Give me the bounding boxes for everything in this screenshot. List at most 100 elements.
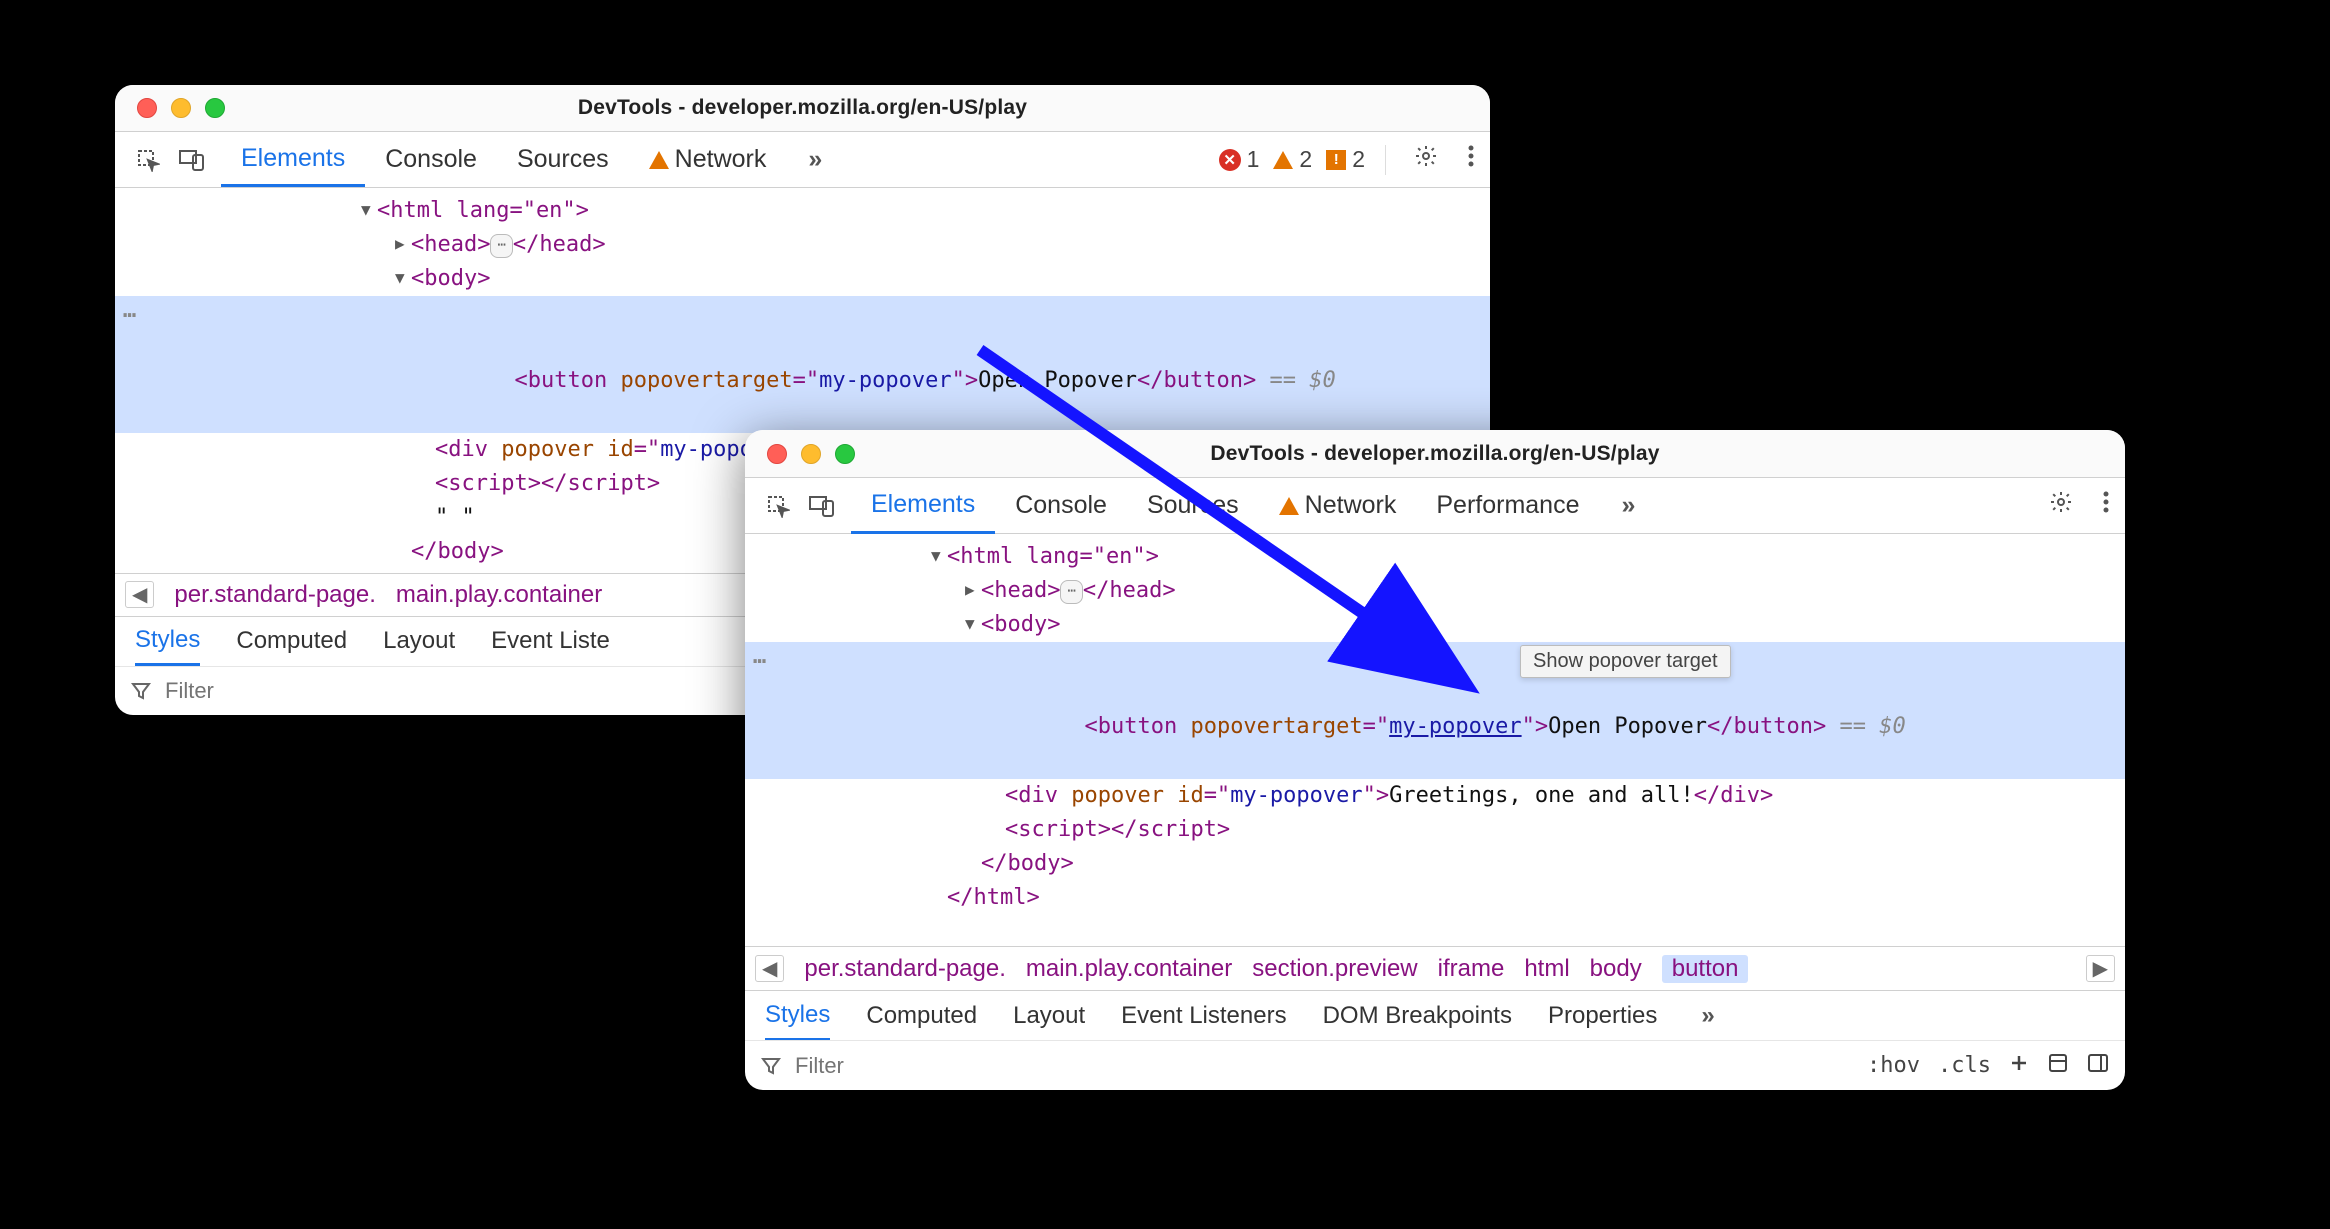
tab-elements[interactable]: Elements	[221, 133, 365, 187]
issue-count[interactable]: ! 2	[1326, 146, 1365, 173]
issue-icon: !	[1326, 150, 1346, 170]
tab-performance[interactable]: Performance	[1416, 478, 1599, 533]
breadcrumb-scroll-right-icon[interactable]: ▶	[2086, 955, 2115, 982]
breadcrumb-item[interactable]: body	[1590, 955, 1642, 983]
breadcrumb-scroll-left-icon[interactable]: ◀	[125, 581, 154, 608]
error-count-value: 1	[1247, 146, 1260, 173]
dom-node[interactable]: <script>	[1005, 817, 1111, 842]
settings-gear-icon[interactable]	[1406, 144, 1446, 175]
dom-node[interactable]: <html lang="en">	[377, 198, 589, 223]
dom-selected-line[interactable]: ⋯ <button popovertarget="my-popover">Ope…	[745, 642, 2125, 778]
ellipsis-icon[interactable]: ⋯	[490, 234, 512, 258]
titlebar: DevTools - developer.mozilla.org/en-US/p…	[115, 85, 1490, 132]
dom-node[interactable]: </body>	[981, 851, 1074, 876]
subtab-computed[interactable]: Computed	[866, 991, 977, 1040]
filter-input[interactable]	[793, 1052, 1855, 1080]
error-count[interactable]: ✕ 1	[1219, 146, 1260, 173]
tab-network-label: Network	[675, 145, 767, 174]
close-icon[interactable]	[767, 444, 787, 464]
subtab-computed[interactable]: Computed	[236, 617, 347, 665]
minimize-icon[interactable]	[801, 444, 821, 464]
ellipsis-icon[interactable]: ⋯	[1060, 580, 1082, 604]
panel-tabs: Elements Console Sources Network	[221, 132, 786, 186]
subtab-styles[interactable]: Styles	[765, 992, 830, 1041]
breadcrumb-item[interactable]: per.standard-page.	[804, 955, 1005, 983]
issue-count-value: 2	[1352, 146, 1365, 173]
tooltip: Show popover target	[1520, 645, 1731, 678]
traffic-lights	[767, 444, 855, 464]
tab-sources[interactable]: Sources	[497, 132, 629, 186]
new-style-rule-icon[interactable]	[2009, 1053, 2029, 1079]
attr-value: my-popover	[1230, 783, 1362, 808]
toggle-sidebar-icon[interactable]	[2087, 1052, 2109, 1080]
dom-node[interactable]: </html>	[947, 885, 1040, 910]
dom-node: </div>	[1694, 783, 1773, 808]
dom-node[interactable]: <html lang="en">	[947, 544, 1159, 569]
breadcrumb-scroll-left-icon[interactable]: ◀	[755, 955, 784, 982]
breadcrumb[interactable]: ◀ per.standard-page. main.play.container…	[745, 946, 2125, 990]
subtab-event-listeners[interactable]: Event Liste	[491, 617, 610, 665]
inspect-icon[interactable]	[133, 148, 163, 172]
subtab-styles[interactable]: Styles	[135, 618, 200, 666]
dom-tree[interactable]: ▼<html lang="en"> ▶<head>⋯</head> ▼<body…	[745, 534, 2125, 946]
device-toggle-icon[interactable]	[807, 495, 837, 517]
device-toggle-icon[interactable]	[177, 149, 207, 171]
close-icon[interactable]	[137, 98, 157, 118]
dom-node: </head>	[1083, 578, 1176, 603]
popovertarget-link[interactable]: my-popover	[1389, 714, 1521, 739]
minimize-icon[interactable]	[171, 98, 191, 118]
settings-gear-icon[interactable]	[2041, 490, 2081, 521]
tab-console[interactable]: Console	[365, 132, 497, 186]
dom-node[interactable]: </body>	[411, 539, 504, 564]
inspect-icon[interactable]	[763, 494, 793, 518]
overflow-ellipsis-icon[interactable]: ⋯	[123, 299, 138, 333]
dom-node: </button>	[1137, 368, 1256, 393]
dom-node[interactable]: <head>	[411, 232, 490, 257]
zoom-icon[interactable]	[835, 444, 855, 464]
dom-text: Greetings, one and all!	[1389, 783, 1694, 808]
dom-node: </head>	[513, 232, 606, 257]
breadcrumb-item[interactable]: iframe	[1438, 955, 1505, 983]
breadcrumb-item[interactable]: main.play.container	[396, 581, 602, 609]
eq-dollar0: == $0	[1256, 368, 1335, 393]
kebab-menu-icon[interactable]	[2095, 490, 2117, 521]
dom-selected-line[interactable]: ⋯ <button popovertarget="my-popover">Ope…	[115, 296, 1490, 432]
breadcrumb-item[interactable]: html	[1524, 955, 1569, 983]
zoom-icon[interactable]	[205, 98, 225, 118]
tooltip-text: Show popover target	[1533, 650, 1718, 672]
tab-sources[interactable]: Sources	[1127, 478, 1259, 533]
more-tabs-chevron-icon[interactable]: »	[800, 145, 830, 174]
subtab-properties[interactable]: Properties	[1548, 991, 1657, 1040]
eq-dollar0: == $0	[1826, 714, 1905, 739]
dom-text: " "	[435, 505, 475, 530]
tab-console[interactable]: Console	[995, 478, 1127, 533]
devtools-window-front: DevTools - developer.mozilla.org/en-US/p…	[745, 430, 2125, 1090]
breadcrumb-item[interactable]: per.standard-page.	[174, 581, 375, 609]
subtab-layout[interactable]: Layout	[1013, 991, 1085, 1040]
subtab-layout[interactable]: Layout	[383, 617, 455, 665]
kebab-menu-icon[interactable]	[1460, 144, 1482, 175]
hov-toggle[interactable]: :hov	[1867, 1053, 1920, 1078]
warning-count-value: 2	[1299, 146, 1312, 173]
main-toolbar: Elements Console Sources Network Perform…	[745, 478, 2125, 534]
subtab-dom-breakpoints[interactable]: DOM Breakpoints	[1323, 991, 1512, 1040]
dom-node[interactable]: <body>	[981, 612, 1060, 637]
tab-elements[interactable]: Elements	[851, 479, 995, 534]
breadcrumb-item[interactable]: section.preview	[1252, 955, 1417, 983]
overflow-ellipsis-icon[interactable]: ⋯	[753, 645, 768, 679]
more-subtabs-chevron-icon[interactable]: »	[1693, 1002, 1722, 1030]
dom-node[interactable]: <head>	[981, 578, 1060, 603]
breadcrumb-item[interactable]: main.play.container	[1026, 955, 1232, 983]
cls-toggle[interactable]: .cls	[1938, 1053, 1991, 1078]
breadcrumb-item-selected[interactable]: button	[1662, 955, 1749, 983]
computed-styles-icon[interactable]	[2047, 1052, 2069, 1080]
warning-count[interactable]: 2	[1273, 146, 1312, 173]
filter-icon	[761, 1056, 781, 1076]
dom-node[interactable]: <script>	[435, 471, 541, 496]
subtab-event-listeners[interactable]: Event Listeners	[1121, 991, 1286, 1040]
tab-network[interactable]: Network	[629, 132, 787, 186]
tab-network[interactable]: Network	[1259, 478, 1417, 533]
dom-node: </script>	[1111, 817, 1230, 842]
dom-node[interactable]: <body>	[411, 266, 490, 291]
more-tabs-chevron-icon[interactable]: »	[1613, 491, 1643, 520]
